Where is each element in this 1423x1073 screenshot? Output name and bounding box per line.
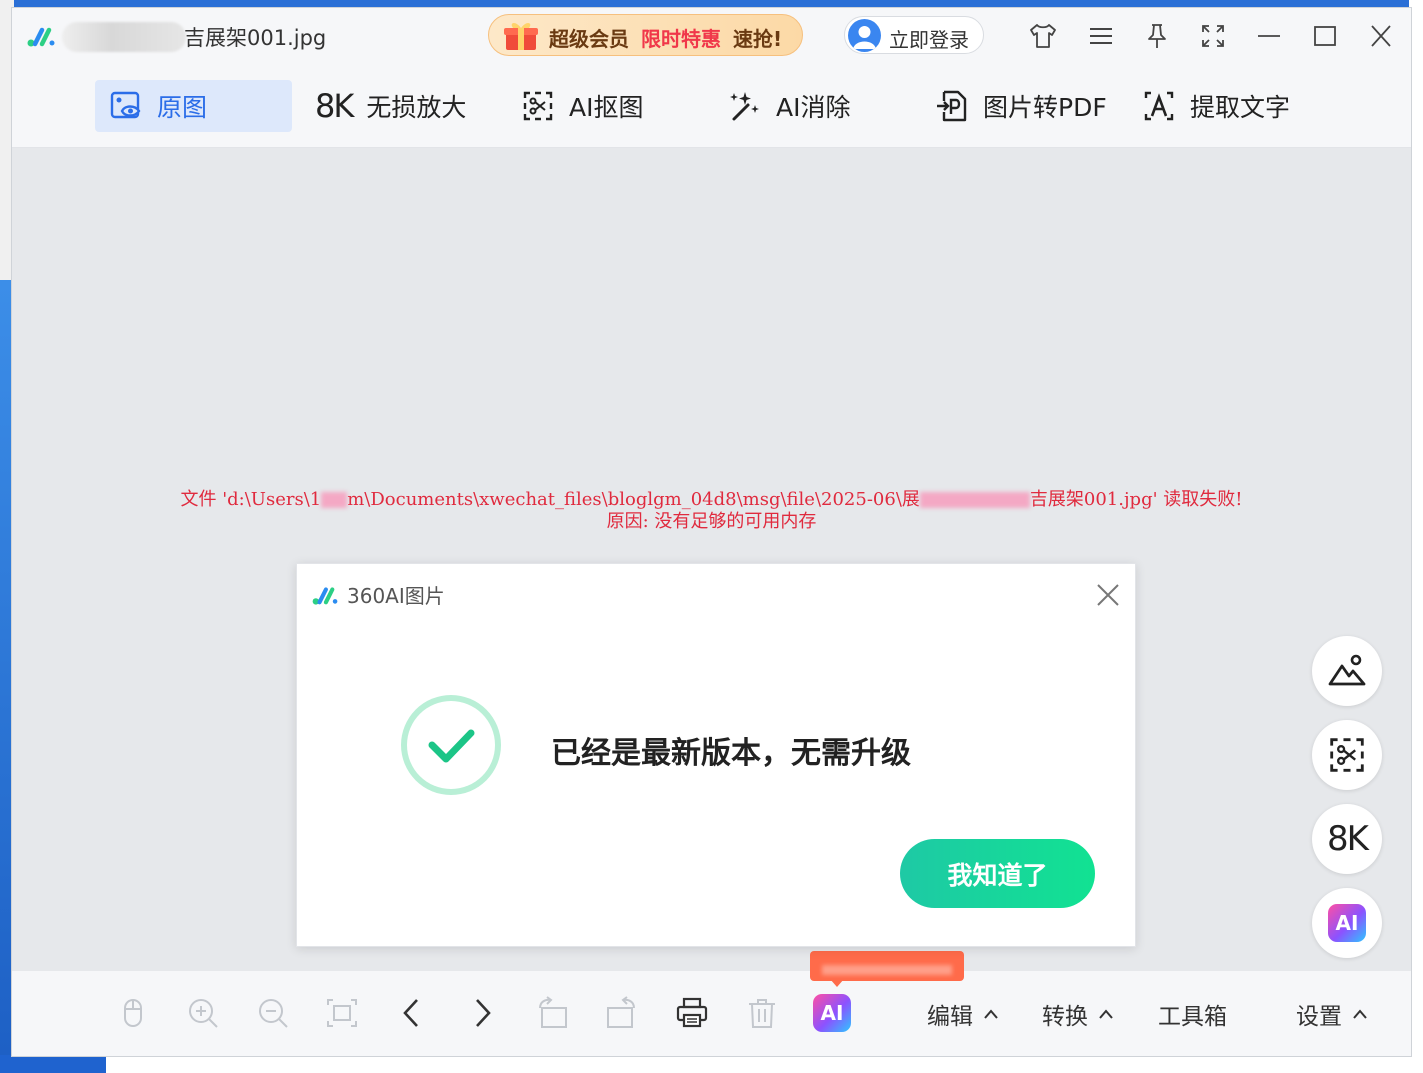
tab-ai-erase[interactable]: AI消除 xyxy=(728,80,850,132)
update-check-dialog: 360AI图片 已经是最新版本，无需升级 我知道了 xyxy=(296,563,1136,947)
tab-original[interactable]: 原图 xyxy=(95,80,292,132)
toolbox-menu[interactable]: 工具箱 xyxy=(1158,997,1227,1031)
window-title-filename: 吉展架001.jpg xyxy=(184,26,327,50)
trash-icon xyxy=(749,999,775,1028)
tab-ai-erase-label: AI消除 xyxy=(776,93,851,122)
upscale-8k-button[interactable]: 8K xyxy=(1312,804,1382,874)
error-message: 文件 'd:\Users\1 m\Documents\xwechat_files\… xyxy=(12,489,1411,533)
printer-icon xyxy=(676,997,708,1028)
cutout-tool-button[interactable] xyxy=(1312,720,1382,790)
zoom-out-button[interactable] xyxy=(251,993,295,1033)
vip-promo-button[interactable]: 超级会员 限时特惠 速抢! xyxy=(488,14,803,56)
edit-menu[interactable]: 编辑 xyxy=(927,997,999,1031)
close-icon[interactable] xyxy=(1366,22,1396,50)
dialog-message: 已经是最新版本，无需升级 xyxy=(551,736,911,771)
ok-button[interactable]: 我知道了 xyxy=(900,839,1095,908)
blurred-filename-prefix xyxy=(62,22,186,52)
function-toolbar: 原图 8K 无损放大 AI抠图 AI消除 图片转PDF 提取文字 xyxy=(12,64,1411,148)
ai-icon: AI xyxy=(813,994,851,1032)
title-bar: 吉展架001.jpg 超级会员 限时特惠 速抢! 立即登录 xyxy=(12,8,1411,64)
toolbox-menu-label: 工具箱 xyxy=(1158,1004,1227,1030)
login-label: 立即登录 xyxy=(889,28,969,52)
error-path-part-3: 吉展架001.jpg' 读取失败! xyxy=(1029,489,1243,510)
dialog-close-icon[interactable] xyxy=(1095,582,1121,608)
tab-extract-text[interactable]: 提取文字 xyxy=(1142,80,1290,132)
landscape-tool-button[interactable] xyxy=(1312,636,1382,706)
text-extract-icon xyxy=(1144,91,1174,121)
tab-ai-cutout-label: AI抠图 xyxy=(569,93,644,122)
zoom-in-icon xyxy=(189,999,218,1028)
error-line-1: 文件 'd:\Users\1 m\Documents\xwechat_files\… xyxy=(12,489,1411,511)
convert-menu[interactable]: 转换 xyxy=(1042,997,1114,1031)
error-line-2: 原因: 没有足够的可用内存 xyxy=(606,511,817,532)
zoom-in-button[interactable] xyxy=(181,993,225,1033)
ai-tools-button[interactable]: AI xyxy=(810,993,854,1033)
cutout-icon xyxy=(523,91,553,121)
8k-icon: 8K xyxy=(1327,819,1369,859)
bottom-toolbar: AI 编辑 转换 工具箱 设置 xyxy=(12,951,1411,1056)
avatar-icon xyxy=(848,19,881,52)
rotate-right-icon xyxy=(607,996,635,1028)
settings-menu-label: 设置 xyxy=(1296,1004,1342,1030)
desktop-taskbar-strip xyxy=(0,1055,1423,1073)
blurred-redaction xyxy=(919,492,1030,508)
error-path-part-2: m\Documents\xwechat_files\bloglgm_04d8\m… xyxy=(347,489,920,510)
app-logo-icon xyxy=(312,587,338,605)
chevron-up-icon xyxy=(1353,1009,1367,1019)
fit-screen-button[interactable] xyxy=(320,993,364,1033)
previous-image-button[interactable] xyxy=(390,993,434,1033)
login-button[interactable]: 立即登录 xyxy=(844,16,984,54)
rotate-right-button[interactable] xyxy=(600,993,644,1033)
zoom-out-icon xyxy=(259,999,288,1028)
blurred-redaction xyxy=(321,492,348,508)
gift-icon xyxy=(504,23,538,50)
ai-icon: AI xyxy=(1328,904,1366,942)
chevron-left-icon xyxy=(403,999,418,1027)
chevron-up-icon xyxy=(1099,1009,1113,1019)
chevron-up-icon xyxy=(984,1009,998,1019)
tab-ai-cutout[interactable]: AI抠图 xyxy=(521,80,643,132)
mountain-image-icon xyxy=(1328,654,1366,686)
ai-tooltip-banner xyxy=(810,951,964,987)
delete-button[interactable] xyxy=(740,993,784,1033)
app-logo-icon xyxy=(27,27,55,47)
cutout-icon xyxy=(1330,738,1364,772)
convert-menu-label: 转换 xyxy=(1042,1004,1088,1030)
main-menu-icon[interactable] xyxy=(1086,22,1116,50)
chevron-right-icon xyxy=(476,999,491,1027)
promo-text-offer: 限时特惠 xyxy=(641,27,721,51)
tab-extract-text-label: 提取文字 xyxy=(1190,93,1291,122)
tab-image-to-pdf-label: 图片转PDF xyxy=(983,93,1107,122)
tab-lossless-upscale-label: 无损放大 xyxy=(366,93,467,122)
success-check-icon xyxy=(401,695,501,795)
tab-image-to-pdf[interactable]: 图片转PDF xyxy=(935,80,1107,132)
tab-original-label: 原图 xyxy=(157,93,208,122)
minimize-icon[interactable] xyxy=(1254,22,1284,50)
image-eye-icon xyxy=(110,91,141,119)
error-path-part-1: 文件 'd:\Users\1 xyxy=(180,489,322,510)
promo-text-rush: 速抢! xyxy=(733,27,783,51)
8k-icon: 8K xyxy=(315,87,354,125)
promo-text-vip: 超级会员 xyxy=(549,27,629,51)
tab-lossless-upscale[interactable]: 8K 无损放大 xyxy=(315,80,466,132)
rotate-left-button[interactable] xyxy=(530,993,574,1033)
fullscreen-icon[interactable] xyxy=(1198,22,1228,50)
magic-wand-icon xyxy=(730,92,759,121)
pdf-icon xyxy=(937,90,967,122)
maximize-icon[interactable] xyxy=(1310,22,1340,50)
skin-tshirt-icon[interactable] xyxy=(1028,22,1058,50)
print-button[interactable] xyxy=(670,993,714,1033)
pin-icon[interactable] xyxy=(1142,22,1172,50)
ai-assistant-button[interactable]: AI xyxy=(1312,888,1382,958)
fit-screen-icon xyxy=(327,999,357,1027)
next-image-button[interactable] xyxy=(460,993,504,1033)
settings-menu[interactable]: 设置 xyxy=(1296,997,1368,1031)
mouse-icon xyxy=(124,999,142,1027)
mouse-mode-button[interactable] xyxy=(111,993,155,1033)
rotate-left-icon xyxy=(539,996,567,1028)
dialog-title: 360AI图片 xyxy=(347,584,445,608)
desktop-background-right xyxy=(1409,0,1423,1073)
edit-menu-label: 编辑 xyxy=(927,1004,973,1030)
